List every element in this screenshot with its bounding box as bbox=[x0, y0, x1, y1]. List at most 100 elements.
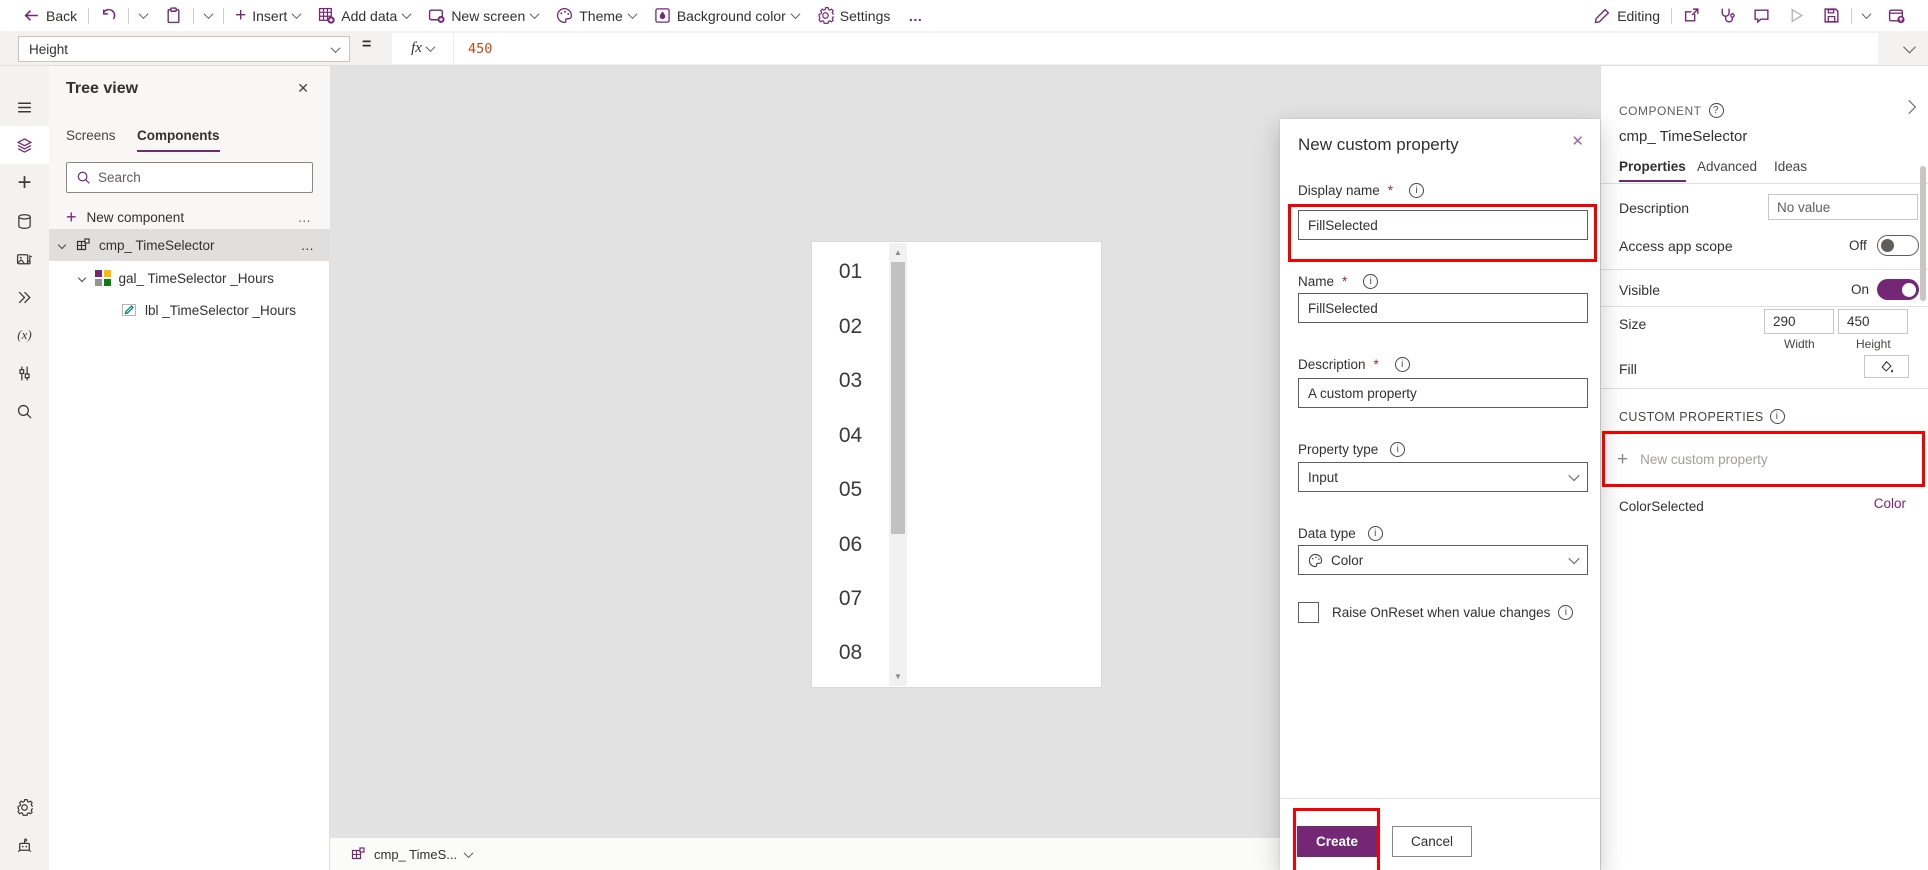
scroll-up-icon[interactable]: ▲ bbox=[889, 248, 907, 257]
tree-item-gal-timeselector-hours[interactable]: gal_ TimeSelector _Hours bbox=[49, 262, 330, 294]
scroll-down-icon[interactable]: ▼ bbox=[889, 672, 907, 681]
rail-variables-button[interactable]: (x) bbox=[0, 316, 49, 354]
name-input[interactable] bbox=[1298, 293, 1588, 323]
formula-bar-expand-button[interactable] bbox=[1903, 40, 1916, 56]
rail-data-button[interactable] bbox=[0, 202, 49, 240]
rail-search-button[interactable] bbox=[0, 392, 49, 430]
panel-scrollbar-thumb[interactable] bbox=[1920, 166, 1926, 301]
undo-dropdown[interactable] bbox=[131, 0, 156, 31]
collapse-panel-icon[interactable] bbox=[1901, 99, 1917, 115]
save-dropdown[interactable] bbox=[1854, 0, 1879, 31]
data-type-dropdown[interactable]: Color bbox=[1298, 545, 1588, 575]
gallery-hour-item[interactable]: 01 bbox=[812, 260, 889, 284]
add-data-menu[interactable]: Add data bbox=[309, 0, 419, 31]
toolbar-more-button[interactable]: … bbox=[899, 0, 932, 31]
new-screen-menu[interactable]: New screen bbox=[419, 0, 547, 31]
visible-value: On bbox=[1851, 282, 1870, 297]
close-icon[interactable]: ✕ bbox=[1571, 132, 1584, 150]
custom-property-type[interactable]: Color bbox=[1874, 496, 1906, 511]
help-icon[interactable]: ? bbox=[1708, 103, 1724, 118]
raise-onreset-checkbox[interactable] bbox=[1298, 602, 1319, 623]
tab-screens[interactable]: Screens bbox=[66, 128, 116, 150]
comments-button[interactable] bbox=[1744, 0, 1779, 31]
editing-mode-button[interactable]: Editing bbox=[1585, 0, 1669, 31]
close-icon[interactable]: ✕ bbox=[297, 80, 309, 97]
undo-button[interactable] bbox=[91, 0, 126, 31]
settings-menu[interactable]: Settings bbox=[808, 0, 900, 31]
tab-components[interactable]: Components bbox=[137, 128, 220, 152]
formula-input[interactable]: 450 bbox=[454, 33, 1878, 64]
save-button[interactable] bbox=[1814, 0, 1849, 31]
paste-dropdown[interactable] bbox=[196, 0, 221, 31]
share-button[interactable] bbox=[1674, 0, 1709, 31]
rail-insert-button[interactable]: + bbox=[0, 164, 49, 202]
gallery-hour-item[interactable]: 07 bbox=[812, 587, 889, 611]
chevron-down-icon[interactable] bbox=[77, 273, 87, 283]
property-type-dropdown[interactable]: Input bbox=[1298, 462, 1588, 492]
theme-menu[interactable]: Theme bbox=[547, 0, 645, 31]
cancel-button[interactable]: Cancel bbox=[1392, 826, 1472, 857]
scrollbar-thumb[interactable] bbox=[891, 262, 905, 534]
more-ellipsis[interactable]: … bbox=[298, 210, 314, 225]
info-icon[interactable]: i bbox=[1363, 274, 1379, 289]
tab-ideas[interactable]: Ideas bbox=[1774, 159, 1807, 180]
width-input[interactable] bbox=[1764, 309, 1834, 334]
gallery-hour-item[interactable]: 04 bbox=[812, 424, 889, 448]
custom-property-name[interactable]: ColorSelected bbox=[1619, 499, 1704, 514]
description-input[interactable] bbox=[1768, 194, 1918, 220]
rail-controls-button[interactable] bbox=[0, 354, 49, 392]
rail-media-button[interactable] bbox=[0, 240, 49, 278]
fill-color-button[interactable] bbox=[1864, 355, 1909, 378]
gallery-scrollbar[interactable]: ▲ ▼ bbox=[889, 243, 907, 686]
gallery-hour-item[interactable]: 05 bbox=[812, 478, 889, 502]
gallery-hour-item[interactable]: 02 bbox=[812, 315, 889, 339]
info-icon[interactable]: i bbox=[1409, 183, 1425, 198]
app-checker-button[interactable] bbox=[1709, 0, 1744, 31]
rail-power-automate-button[interactable] bbox=[0, 278, 49, 316]
size-label: Size bbox=[1619, 316, 1647, 332]
description-input[interactable] bbox=[1298, 378, 1588, 408]
create-button[interactable]: Create bbox=[1297, 826, 1377, 857]
chevron-down-icon[interactable] bbox=[57, 240, 67, 250]
rail-settings-button[interactable] bbox=[0, 788, 49, 826]
back-button[interactable]: Back bbox=[14, 0, 86, 31]
new-custom-property-button[interactable]: + New custom property bbox=[1601, 436, 1928, 483]
insert-menu[interactable]: + Insert bbox=[226, 0, 309, 31]
paste-button[interactable] bbox=[156, 0, 191, 31]
background-color-menu[interactable]: Background color bbox=[645, 0, 808, 31]
info-icon[interactable]: i bbox=[1769, 409, 1785, 424]
tree-item-cmp-timeselector[interactable]: cmp_ TimeSelector … bbox=[49, 229, 330, 261]
tab-properties[interactable]: Properties bbox=[1619, 159, 1686, 182]
info-icon[interactable]: i bbox=[1390, 442, 1406, 457]
plus-icon: + bbox=[66, 207, 77, 227]
rail-tree-view-button[interactable] bbox=[0, 126, 49, 164]
rail-copilot-button[interactable] bbox=[0, 826, 49, 864]
gallery-hour-item[interactable]: 08 bbox=[812, 641, 889, 665]
info-icon[interactable]: i bbox=[1394, 357, 1410, 372]
chevron-down-icon bbox=[1861, 9, 1872, 20]
gallery-hour-item[interactable]: 03 bbox=[812, 369, 889, 393]
fx-selector[interactable]: fx bbox=[392, 33, 454, 64]
property-selector[interactable]: Height bbox=[18, 36, 350, 62]
height-input[interactable] bbox=[1838, 309, 1908, 334]
preview-button[interactable] bbox=[1779, 0, 1814, 31]
tree-item-lbl-timeselector-hours[interactable]: lbl _TimeSelector _Hours bbox=[49, 294, 330, 326]
search-input[interactable] bbox=[98, 170, 268, 185]
access-app-scope-toggle[interactable] bbox=[1877, 235, 1919, 256]
tab-advanced[interactable]: Advanced bbox=[1697, 159, 1757, 180]
chevron-down-icon bbox=[291, 9, 302, 20]
display-name-input[interactable] bbox=[1298, 210, 1588, 240]
new-component-button[interactable]: + New component … bbox=[49, 203, 330, 232]
menu-button[interactable] bbox=[0, 88, 49, 126]
gallery-hour-item[interactable]: 06 bbox=[812, 533, 889, 557]
publish-button[interactable] bbox=[1879, 0, 1914, 31]
info-icon[interactable]: i bbox=[1367, 526, 1383, 541]
component-canvas[interactable]: 01 02 03 04 05 06 07 08 ▲ ▼ bbox=[812, 242, 1101, 687]
separator bbox=[1671, 7, 1672, 24]
info-icon[interactable]: i bbox=[1558, 605, 1574, 620]
chevron-down-icon[interactable] bbox=[463, 847, 474, 858]
more-ellipsis[interactable]: … bbox=[301, 238, 317, 253]
visible-toggle[interactable] bbox=[1877, 279, 1919, 300]
canvas-breadcrumb[interactable]: cmp_ TimeS... bbox=[374, 847, 457, 862]
tree-search-box[interactable] bbox=[66, 162, 313, 193]
